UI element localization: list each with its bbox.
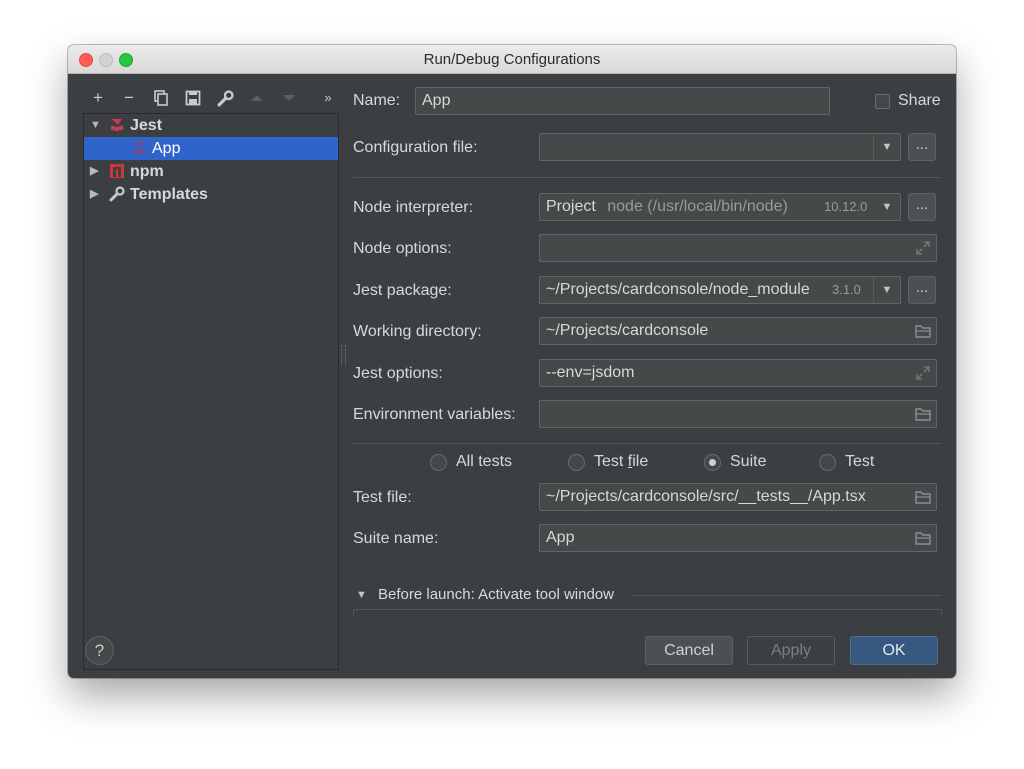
before-launch-label[interactable]: Before launch: Activate tool window [378,586,614,603]
tree-item-label: Templates [130,186,208,203]
suite-name-value: App [546,529,575,546]
jest-package-combo[interactable]: ~/Projects/cardconsole/node_module 3.1.0… [539,276,901,304]
scope-suite-radio[interactable] [704,454,721,471]
jest-package-value: ~/Projects/cardconsole/node_module [546,281,810,298]
help-button[interactable]: ? [85,636,114,665]
expanded-arrow-icon[interactable]: ▼ [90,114,101,137]
chevron-down-icon[interactable]: ▼ [873,134,900,160]
scope-all-tests-label: All tests [456,453,513,470]
test-file-label: Test file: [353,489,412,506]
npm-icon [110,164,124,178]
tree-item-app[interactable]: App [84,137,338,160]
scope-all-tests-radio[interactable] [430,454,447,471]
node-interpreter-value: Project [546,198,596,215]
chevron-down-icon[interactable]: ▼ [873,277,900,303]
node-options-input[interactable] [539,234,937,262]
node-interpreter-version: 10.12.0 [824,199,868,214]
tree-item-npm[interactable]: ▶ npm [84,160,338,183]
minus-icon[interactable]: − [118,87,140,109]
name-label: Name: [353,92,401,109]
share-label: Share [898,92,941,109]
copy-icon[interactable] [150,87,172,109]
scope-test-file-label: Test file [594,453,649,470]
wrench-icon[interactable] [214,87,236,109]
before-launch-panel [353,609,942,616]
run-debug-configurations-dialog: Run/Debug Configurations + − » ▼ Jest Ap… [68,45,956,678]
working-directory-value: ~/Projects/cardconsole [546,322,709,339]
collapsed-arrow-icon[interactable]: ▶ [90,160,100,183]
node-interpreter-label: Node interpreter: [353,199,474,216]
environment-variables-label: Environment variables: [353,406,516,423]
folder-icon[interactable] [915,489,931,505]
tree-item-jest[interactable]: ▼ Jest [84,114,338,137]
folder-icon[interactable] [915,406,931,422]
folder-icon[interactable] [915,323,931,339]
jest-options-label: Jest options: [353,365,443,382]
name-input[interactable]: App [415,87,830,115]
arrow-up-icon[interactable] [246,87,268,109]
expand-icon[interactable] [915,365,931,381]
save-icon[interactable] [182,87,204,109]
config-file-browse-button[interactable]: ... [908,133,936,161]
collapsed-arrow-icon[interactable]: ▶ [90,183,100,206]
jest-options-value: --env=jsdom [546,364,635,381]
jest-package-label: Jest package: [353,282,452,299]
config-file-combo[interactable]: ▼ [539,133,901,161]
test-file-value: ~/Projects/cardconsole/src/__tests__/App… [546,488,866,505]
title-bar: Run/Debug Configurations [68,45,956,74]
node-interpreter-path: node (/usr/local/bin/node) [607,198,788,215]
double-chevron-icon[interactable]: » [317,87,339,109]
tree-item-label: App [152,140,181,157]
folder-icon[interactable] [915,530,931,546]
share-checkbox[interactable] [875,94,890,109]
window-title: Run/Debug Configurations [423,51,601,68]
configuration-tree: ▼ Jest App ▶ npm ▶ Templates [83,113,339,670]
node-interpreter-combo[interactable]: Project node (/usr/local/bin/node) 10.12… [539,193,901,221]
jest-package-browse-button[interactable]: ... [908,276,936,304]
working-directory-label: Working directory: [353,323,482,340]
tree-item-templates[interactable]: ▶ Templates [84,183,338,206]
test-file-input[interactable]: ~/Projects/cardconsole/src/__tests__/App… [539,483,937,511]
wrench-icon [109,186,125,202]
environment-variables-input[interactable] [539,400,937,428]
suite-name-input[interactable]: App [539,524,937,552]
config-file-label: Configuration file: [353,139,478,156]
separator [632,595,941,596]
scope-suite-label: Suite [730,453,767,470]
cancel-button[interactable]: Cancel [645,636,733,665]
before-launch-toggle-icon[interactable]: ▼ [356,589,367,601]
ok-button[interactable]: OK [850,636,938,665]
jest-options-input[interactable]: --env=jsdom [539,359,937,387]
scope-test-label: Test [845,453,875,470]
arrow-down-icon[interactable] [278,87,300,109]
working-directory-input[interactable]: ~/Projects/cardconsole [539,317,937,345]
jest-icon [110,119,124,132]
suite-name-label: Suite name: [353,530,439,547]
expand-icon[interactable] [915,240,931,256]
separator [353,443,941,444]
scope-test-file-radio[interactable] [568,454,585,471]
plus-icon[interactable]: + [87,87,109,109]
node-interpreter-browse-button[interactable]: ... [908,193,936,221]
panel-splitter[interactable] [341,345,346,365]
apply-button[interactable]: Apply [747,636,835,665]
chevron-down-icon[interactable]: ▼ [874,194,900,220]
jest-package-version: 3.1.0 [832,282,861,297]
jest-config-icon [132,142,146,155]
node-options-label: Node options: [353,240,452,257]
tree-item-label: npm [130,163,164,180]
scope-test-radio[interactable] [819,454,836,471]
tree-item-label: Jest [130,117,163,134]
separator [353,177,941,178]
tree-toolbar: + − » [84,85,339,111]
